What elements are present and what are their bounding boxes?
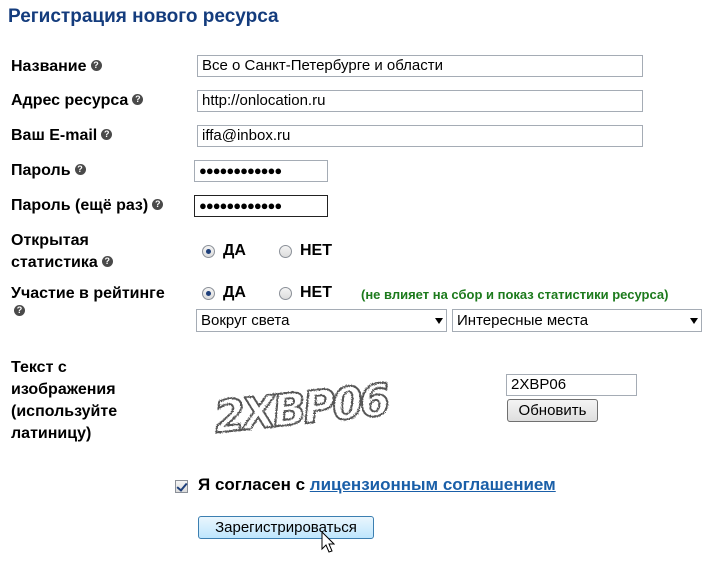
stats-yes-label: ДА (223, 242, 246, 259)
rating-yes-label: ДА (223, 284, 246, 301)
password-label: Пароль? (11, 160, 86, 182)
category-select-1[interactable]: Вокруг света (196, 309, 447, 332)
category-select-2-value: Интересные места (457, 312, 589, 329)
help-icon[interactable]: ? (101, 129, 113, 141)
password-repeat-label-text: Пароль (ещё раз) (11, 197, 149, 214)
captcha-text: 2XBP06 (212, 374, 392, 442)
url-input[interactable]: http://onlocation.ru (197, 90, 643, 112)
category-select-1-value: Вокруг света (201, 312, 290, 329)
agree-label: Я согласен с (198, 475, 310, 494)
name-label-text: Название (11, 58, 87, 75)
password-repeat-label: Пароль (ещё раз)? (11, 195, 164, 217)
help-icon[interactable]: ? (101, 256, 113, 268)
page-title: Регистрация нового ресурса (8, 6, 279, 27)
help-icon[interactable]: ? (152, 199, 164, 211)
password-repeat-input[interactable]: ●●●●●●●●●●●● (194, 195, 328, 217)
radio-selected-icon (202, 244, 215, 258)
agree-checkbox[interactable] (175, 480, 188, 493)
mouse-pointer-icon (321, 531, 335, 553)
email-label: Ваш E-mail? (11, 125, 113, 147)
stats-no-label: НЕТ (300, 242, 332, 259)
password-label-text: Пароль (11, 162, 71, 179)
stats-label-line2: статистика (11, 254, 98, 271)
help-icon[interactable]: ? (90, 60, 102, 72)
url-label-text: Адрес ресурса (11, 92, 129, 109)
register-button[interactable]: Зарегистрироваться (198, 516, 374, 539)
dropdown-arrow-icon (690, 318, 698, 324)
email-label-text: Ваш E-mail (11, 127, 98, 144)
password-input[interactable]: ●●●●●●●●●●●● (194, 160, 328, 182)
email-input[interactable]: iffa@inbox.ru (197, 125, 643, 147)
radio-selected-icon (202, 286, 215, 300)
captcha-input[interactable]: 2XBP06 (506, 374, 637, 396)
stats-label: Открытая статистика? (11, 230, 113, 274)
rating-note: (не влияет на сбор и показ статистики ре… (361, 287, 669, 302)
dropdown-arrow-icon (435, 318, 443, 324)
refresh-button[interactable]: Обновить (507, 399, 598, 422)
help-icon[interactable]: ? (132, 94, 144, 106)
radio-unselected-icon (279, 286, 292, 300)
stats-no-radio[interactable]: НЕТ (279, 242, 332, 260)
rating-yes-radio[interactable]: ДА (202, 284, 246, 302)
rating-no-label: НЕТ (300, 284, 332, 301)
radio-unselected-icon (279, 244, 292, 258)
name-input[interactable]: Все о Санкт-Петербурге и области (197, 55, 643, 77)
license-link[interactable]: лицензионным соглашением (310, 475, 556, 494)
rating-no-radio[interactable]: НЕТ (279, 284, 332, 302)
name-label: Название? (11, 56, 102, 78)
captcha-image: 2XBP06 (206, 368, 426, 445)
agree-text: Я согласен с лицензионным соглашением (198, 475, 556, 495)
url-label: Адрес ресурса? (11, 90, 144, 112)
rating-label-text: Участие в рейтинге (11, 285, 165, 302)
captcha-label: Текст с изображения (используйте латиниц… (11, 357, 117, 445)
help-icon[interactable]: ? (74, 164, 86, 176)
help-icon[interactable]: ? (14, 305, 25, 317)
stats-label-line1: Открытая (11, 232, 89, 249)
rating-label: Участие в рейтинге? (11, 283, 165, 323)
captcha-label-line4: латиницу) (11, 425, 92, 442)
captcha-label-line1: Текст с (11, 359, 67, 376)
captcha-svg: 2XBP06 (211, 373, 393, 444)
category-select-2[interactable]: Интересные места (452, 309, 702, 332)
stats-yes-radio[interactable]: ДА (202, 242, 246, 260)
captcha-label-line3: (используйте (11, 403, 118, 420)
captcha-label-line2: изображения (11, 381, 116, 398)
